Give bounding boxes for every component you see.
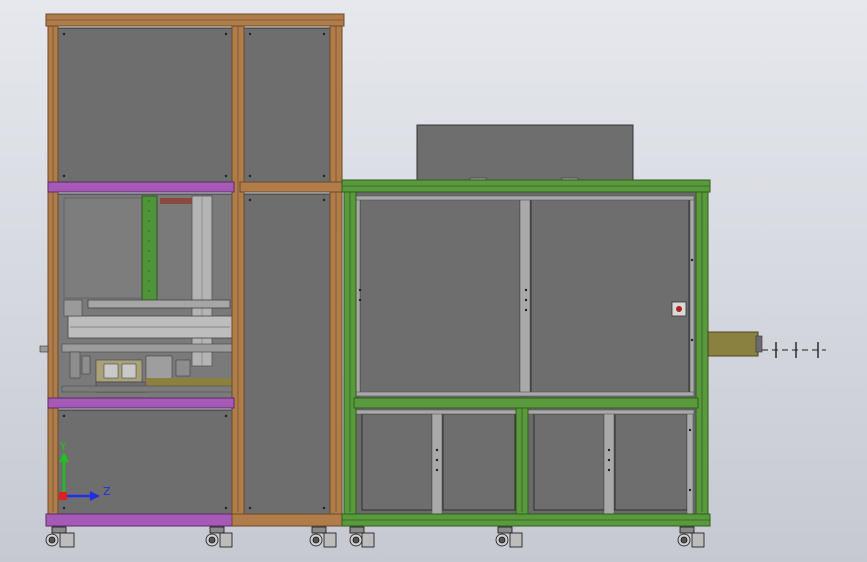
vertical-green-rail	[141, 195, 158, 301]
gantry-top-rail	[87, 299, 231, 309]
upper-door-left	[359, 197, 521, 395]
lower-door-2	[442, 413, 516, 511]
lower-door-3	[533, 413, 605, 511]
middle-beam-purple	[47, 181, 235, 193]
top-hood-box	[416, 124, 634, 183]
left-tower-cabinet	[39, 13, 345, 527]
upper-left-panel	[57, 27, 233, 183]
mechanism-rail	[61, 343, 233, 353]
bay-top-bracket	[160, 198, 196, 204]
bottom-beam-orange	[231, 513, 345, 527]
axis-z-label: Z	[103, 485, 111, 498]
axis-y-label: Y	[60, 440, 67, 453]
lower-door-4	[614, 413, 688, 511]
upper-right-panel	[243, 27, 331, 183]
olive-carrier	[146, 378, 232, 386]
upper-door-right	[530, 197, 690, 395]
emergency-button-icon	[671, 301, 687, 317]
green-middle-beam	[353, 397, 699, 409]
middle-beam-orange	[239, 181, 343, 193]
lower-beam-purple	[47, 397, 235, 409]
inner-upright	[519, 195, 531, 397]
lower-door-1	[361, 413, 433, 511]
bay-back-panel	[63, 197, 143, 299]
cad-assembly-view	[0, 0, 867, 562]
bottom-left-panel	[57, 409, 233, 515]
right-cabinet	[341, 179, 711, 527]
lower-right-panel	[243, 193, 331, 515]
bottom-beam-purple	[45, 513, 233, 527]
